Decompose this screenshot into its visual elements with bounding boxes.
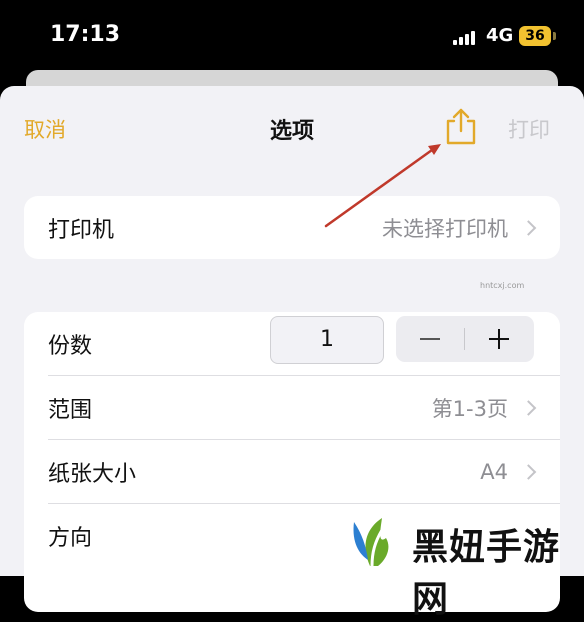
orientation-label: 方向 — [48, 525, 93, 551]
watermark-logo — [342, 508, 406, 572]
copies-row: 份数 1 — [24, 312, 560, 375]
copies-label: 份数 — [48, 333, 93, 359]
printer-card: 打印机 未选择打印机 — [24, 196, 560, 259]
status-bar: 17:13 4G 36 — [0, 0, 584, 70]
chevron-right-icon — [520, 399, 537, 416]
battery-cap — [553, 32, 556, 40]
plus-icon[interactable] — [465, 316, 534, 362]
chevron-right-icon — [520, 463, 537, 480]
paper-size-label: 纸张大小 — [48, 461, 137, 487]
range-label: 范围 — [48, 397, 93, 423]
paper-size-row[interactable]: 纸张大小 A4 — [24, 440, 560, 503]
share-icon[interactable] — [443, 106, 479, 146]
paper-size-value: A4 — [480, 459, 508, 484]
chevron-right-icon — [520, 219, 537, 236]
range-value: 第1-3页 — [431, 396, 508, 421]
watermark-url: hntcxj.com — [480, 281, 525, 290]
range-row[interactable]: 范围 第1-3页 — [24, 376, 560, 439]
minus-icon[interactable] — [396, 316, 465, 362]
watermark: 黑妞手游网 — [330, 502, 584, 620]
printer-value: 未选择打印机 — [382, 216, 508, 241]
signal-icon — [453, 29, 481, 45]
status-time: 17:13 — [50, 22, 121, 47]
network-type: 4G — [486, 25, 514, 46]
print-button[interactable]: 打印 — [508, 114, 550, 144]
printer-label: 打印机 — [48, 217, 115, 243]
copies-field[interactable]: 1 — [270, 316, 384, 364]
battery-icon: 36 — [519, 26, 551, 46]
page-title: 选项 — [269, 119, 314, 144]
copies-stepper — [396, 316, 534, 362]
watermark-text: 黑妞手游网 — [412, 526, 561, 620]
printer-row[interactable]: 打印机 未选择打印机 — [24, 196, 560, 259]
